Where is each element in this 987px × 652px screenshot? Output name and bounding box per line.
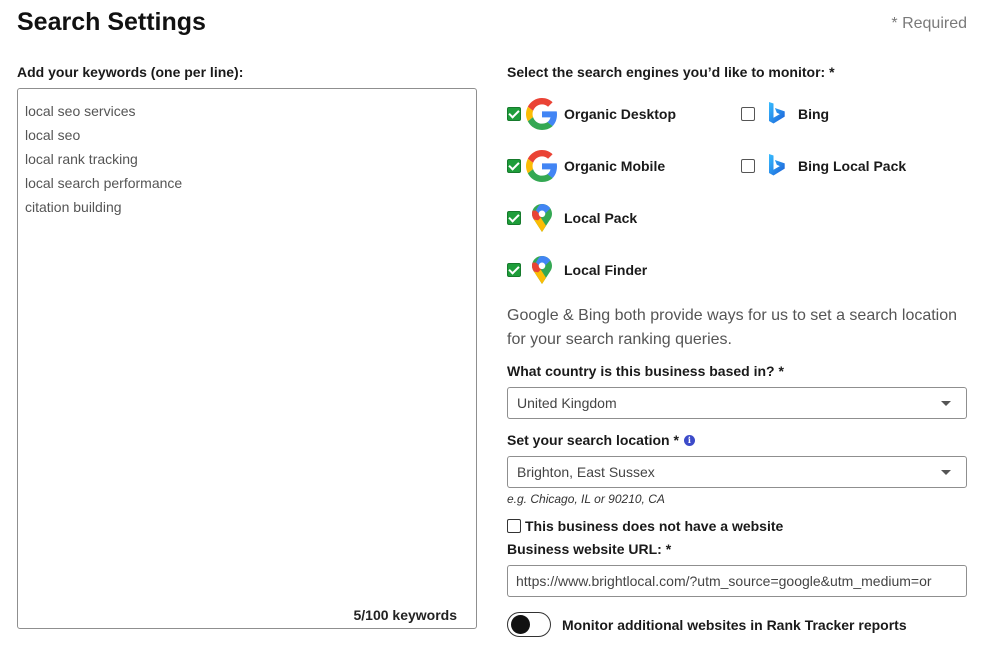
engine-checkbox[interactable] [507, 263, 521, 277]
engine-label: Organic Desktop [564, 106, 677, 122]
engine-label: Bing [798, 106, 830, 122]
no-website-row[interactable]: This business does not have a website [507, 518, 783, 534]
keyword-line: local rank tracking [25, 151, 138, 167]
engine-label: Bing Local Pack [798, 158, 907, 174]
keywords-textarea[interactable]: local seo services local seo local rank … [17, 88, 477, 629]
engine-checkbox[interactable] [507, 107, 521, 121]
keywords-label: Add your keywords (one per line): [17, 64, 244, 80]
search-location-value: Brighton, East Sussex [517, 464, 655, 480]
search-location-label: Set your search location * i [507, 432, 695, 448]
location-info-text: Google & Bing both provide ways for us t… [507, 307, 958, 348]
search-location-label-text: Set your search location * [507, 432, 679, 448]
country-label: What country is this business based in? … [507, 363, 784, 379]
website-url-input[interactable]: https://www.brightlocal.com/?utm_source=… [507, 565, 967, 597]
keyword-line: local seo services [25, 103, 136, 119]
bing-icon [769, 102, 785, 124]
website-url-label: Business website URL: * [507, 541, 672, 557]
engines-label: Select the search engines you’d like to … [507, 64, 835, 80]
engine-checkbox[interactable] [741, 159, 755, 173]
engine-label: Local Pack [564, 210, 638, 226]
toggle-knob [511, 615, 530, 634]
engine-checkbox[interactable] [507, 211, 521, 225]
no-website-label: This business does not have a website [525, 518, 784, 534]
keyword-line: local search performance [25, 175, 183, 191]
google-maps-pin-icon [532, 204, 552, 232]
bing-icon [769, 154, 785, 176]
search-location-select[interactable]: Brighton, East Sussex [507, 456, 967, 488]
engine-label: Organic Mobile [564, 158, 666, 174]
required-note: * Required [891, 15, 967, 32]
engine-organic-mobile[interactable]: Organic Mobile [507, 149, 665, 183]
country-select[interactable]: United Kingdom [507, 387, 967, 419]
engine-bing[interactable]: Bing [741, 97, 829, 131]
monitor-websites-toggle[interactable] [507, 612, 551, 637]
google-icon [526, 150, 557, 182]
no-website-checkbox[interactable] [507, 519, 521, 533]
engine-checkbox[interactable] [507, 159, 521, 173]
keyword-count: 5/100 keywords [353, 607, 457, 623]
chevron-down-icon [941, 401, 951, 406]
engine-checkbox[interactable] [741, 107, 755, 121]
monitor-websites-row: Monitor additional websites in Rank Trac… [507, 612, 907, 637]
page-title: Search Settings [17, 8, 206, 36]
monitor-websites-label: Monitor additional websites in Rank Trac… [562, 616, 907, 633]
engine-label: Local Finder [564, 262, 648, 278]
country-select-value: United Kingdom [517, 395, 617, 411]
google-maps-pin-icon [532, 256, 552, 284]
chevron-down-icon [941, 470, 951, 475]
location-example: e.g. Chicago, IL or 90210, CA [507, 492, 665, 506]
info-icon[interactable]: i [683, 434, 695, 446]
engine-organic-desktop[interactable]: Organic Desktop [507, 97, 676, 131]
engine-bing-local-pack[interactable]: Bing Local Pack [741, 149, 906, 183]
keyword-line: local seo [25, 127, 81, 143]
google-icon [526, 98, 557, 130]
keyword-line: citation building [25, 199, 122, 215]
engine-local-pack[interactable]: Local Pack [507, 201, 637, 235]
engine-local-finder[interactable]: Local Finder [507, 253, 647, 287]
